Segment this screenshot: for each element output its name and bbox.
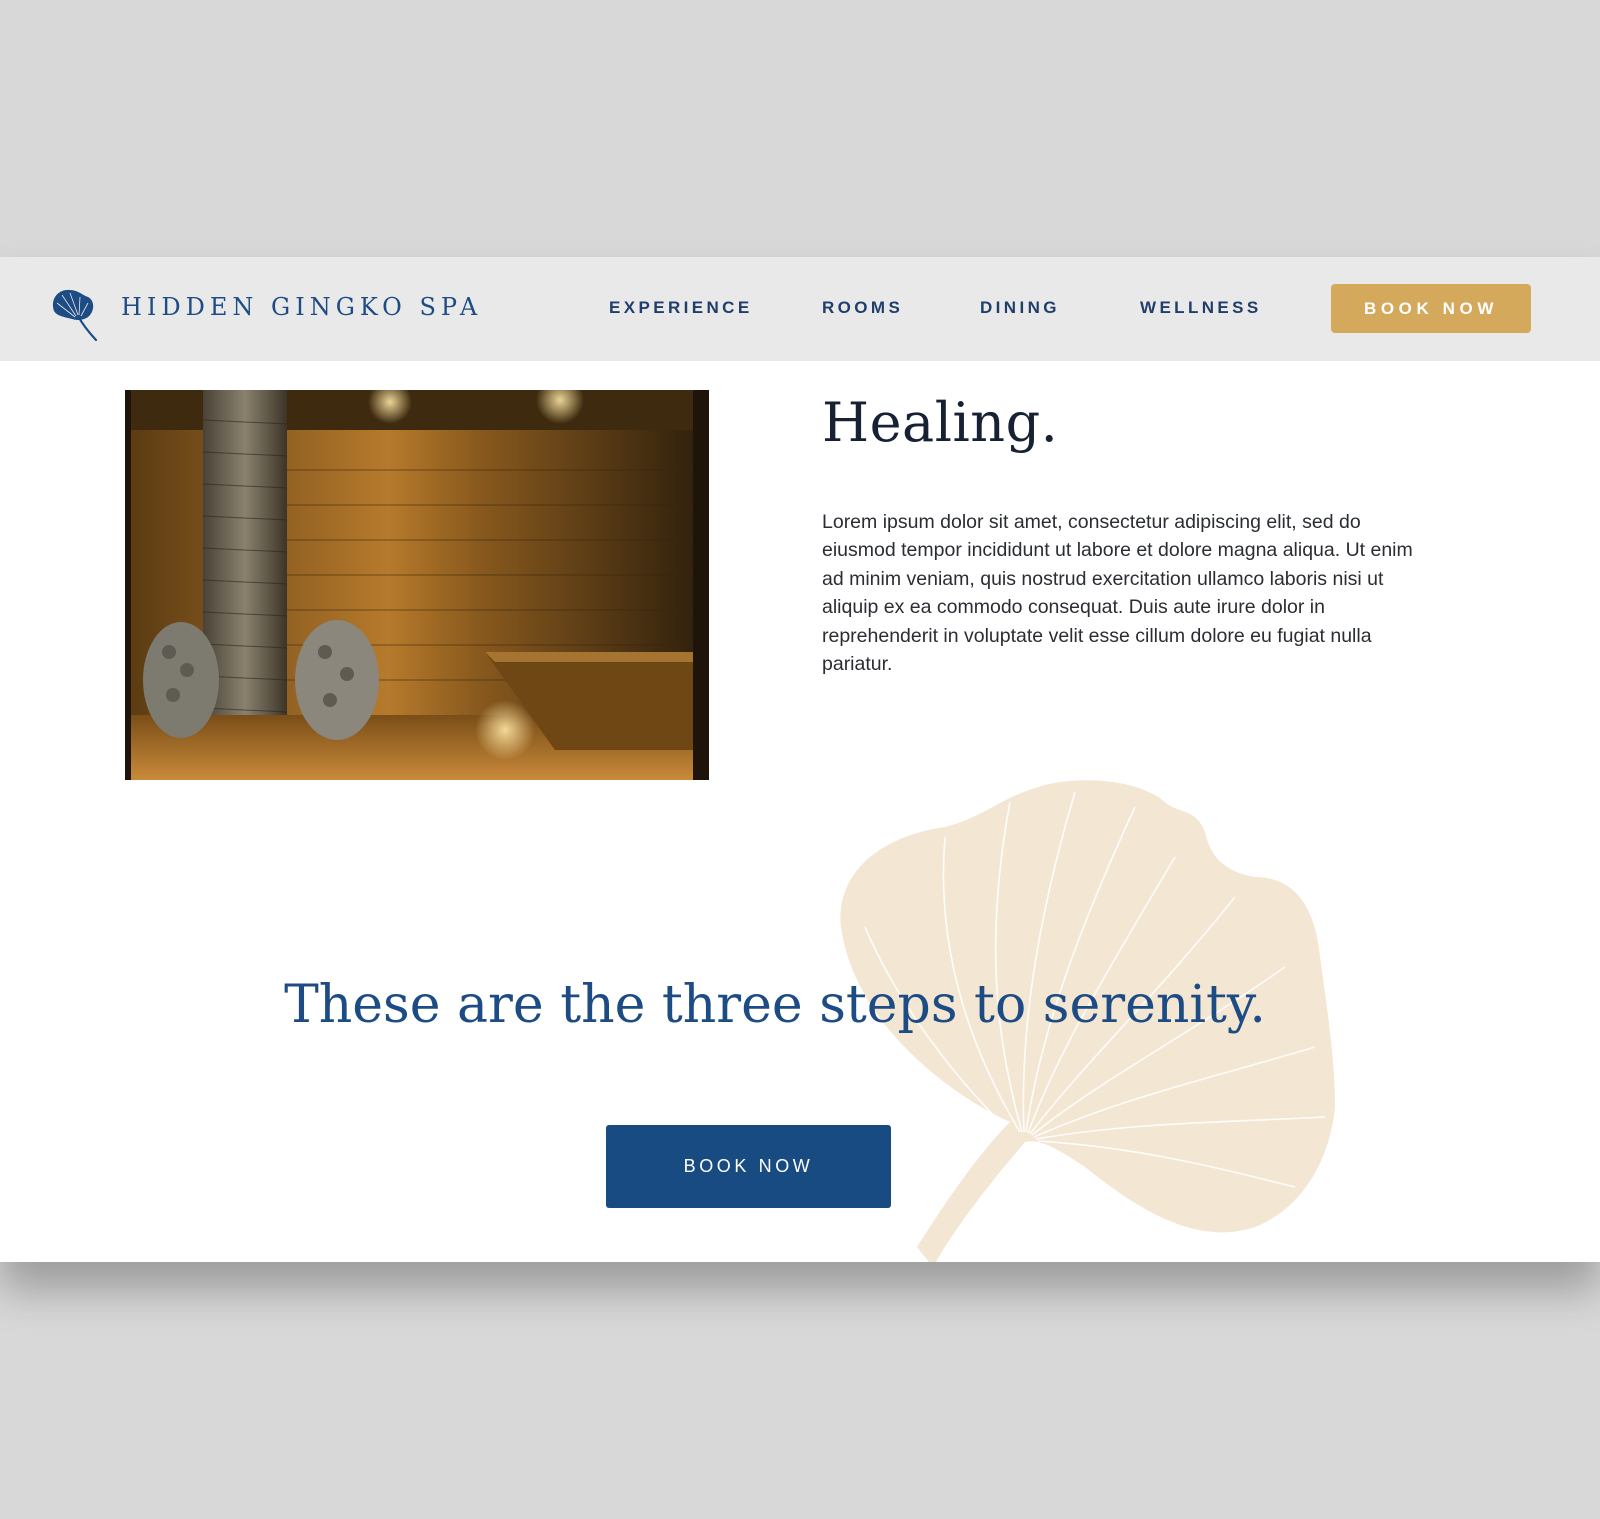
cta-tagline: These are the three steps to serenity. <box>284 975 1266 1035</box>
section-heading: Healing. <box>822 391 1059 454</box>
nav-wellness[interactable]: WELLNESS <box>1140 298 1262 318</box>
brand-name[interactable]: HIDDEN GINGKO SPA <box>121 293 482 321</box>
sauna-room-photo <box>125 390 709 780</box>
ginkgo-leaf-icon[interactable] <box>48 285 102 341</box>
header-book-now-button[interactable]: BOOK NOW <box>1331 284 1531 333</box>
nav-experience[interactable]: EXPERIENCE <box>609 298 753 318</box>
cta-book-now-button[interactable]: BOOK NOW <box>606 1125 891 1208</box>
site-header: HIDDEN GINGKO SPA EXPERIENCE ROOMS DININ… <box>0 257 1600 361</box>
section-body-text: Lorem ipsum dolor sit amet, consectetur … <box>822 511 1413 676</box>
nav-dining[interactable]: DINING <box>980 298 1060 318</box>
landing-page: HIDDEN GINGKO SPA EXPERIENCE ROOMS DININ… <box>0 257 1600 1262</box>
nav-rooms[interactable]: ROOMS <box>822 298 903 318</box>
